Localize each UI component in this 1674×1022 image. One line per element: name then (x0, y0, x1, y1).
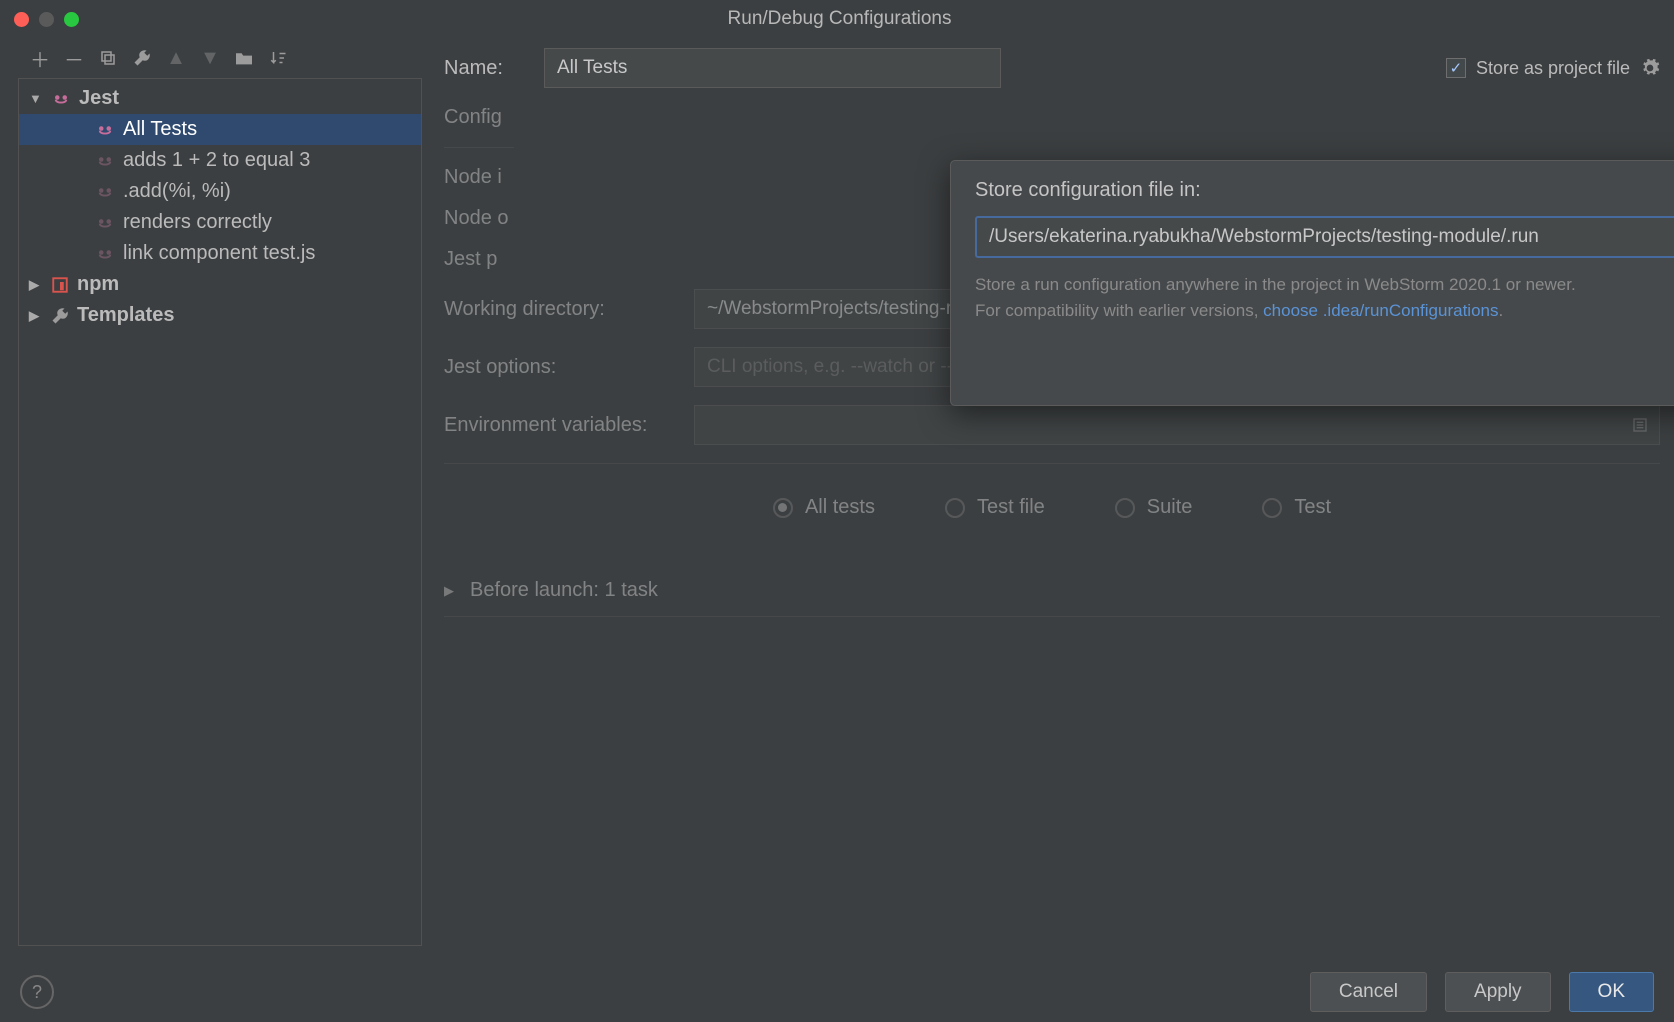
jest-icon (95, 183, 115, 201)
popover-title: Store configuration file in: (975, 179, 1674, 202)
dialog-footer: ? Cancel Apply OK (0, 962, 1674, 1022)
tree-label: Jest (79, 87, 119, 110)
radio-icon (945, 498, 965, 518)
jest-options-label: Jest options: (444, 356, 694, 379)
maximize-window-icon[interactable] (64, 12, 79, 27)
tree-label: npm (77, 273, 119, 296)
config-toolbar: ＋ － ▲ ▼ (0, 42, 430, 78)
tree-node[interactable]: adds 1 + 2 to equal 3 (19, 145, 421, 176)
env-vars-input[interactable] (694, 405, 1660, 445)
node-interpreter-label: Node i (444, 166, 524, 189)
folder-icon[interactable] (234, 48, 254, 68)
tree-label: Templates (77, 304, 174, 327)
jest-icon (95, 245, 115, 263)
tree-node-templates[interactable]: ▶ Templates (19, 300, 421, 331)
jest-icon (51, 90, 71, 108)
store-checkbox[interactable]: ✓ (1446, 58, 1466, 78)
before-launch-label: Before launch: 1 task (470, 579, 658, 602)
sort-icon[interactable] (268, 48, 288, 68)
wrench-icon[interactable] (132, 48, 152, 68)
store-config-popover: Store configuration file in: ▼ Store a r… (950, 160, 1674, 406)
help-button[interactable]: ? (20, 975, 54, 1009)
jest-icon (95, 214, 115, 232)
radio-suite[interactable]: Suite (1115, 496, 1193, 519)
tree-label: .add(%i, %i) (123, 180, 231, 203)
config-tree[interactable]: ▼ Jest All Tests adds 1 + 2 t (18, 78, 422, 946)
close-window-icon[interactable] (14, 12, 29, 27)
radio-test-file[interactable]: Test file (945, 496, 1045, 519)
chevron-right-icon: ▶ (29, 308, 43, 324)
copy-icon[interactable] (98, 48, 118, 68)
config-path-input[interactable] (975, 216, 1674, 258)
tree-label: All Tests (123, 118, 197, 141)
radio-icon (1262, 498, 1282, 518)
tree-node[interactable]: link component test.js (19, 238, 421, 269)
working-directory-label: Working directory: (444, 298, 694, 321)
add-icon[interactable]: ＋ (30, 48, 50, 68)
tree-label: adds 1 + 2 to equal 3 (123, 149, 310, 172)
cancel-button[interactable]: Cancel (1310, 972, 1427, 1012)
config-file-label: Config (444, 106, 524, 129)
minimize-window-icon[interactable] (39, 12, 54, 27)
chevron-right-icon: ▶ (444, 583, 458, 599)
window-title: Run/Debug Configurations (79, 8, 1600, 30)
jest-icon (95, 121, 115, 139)
tree-label: link component test.js (123, 242, 315, 265)
tree-node-jest[interactable]: ▼ Jest (19, 83, 421, 114)
list-icon[interactable] (1632, 417, 1648, 433)
wrench-icon (51, 307, 69, 325)
up-icon[interactable]: ▲ (166, 48, 186, 68)
radio-label: Test file (977, 496, 1045, 519)
radio-all-tests[interactable]: All tests (773, 496, 875, 519)
remove-icon[interactable]: － (64, 48, 84, 68)
node-options-label: Node o (444, 207, 524, 230)
radio-label: All tests (805, 496, 875, 519)
ok-button[interactable]: OK (1569, 972, 1654, 1012)
radio-label: Test (1294, 496, 1331, 519)
popover-hint: Store a run configuration anywhere in th… (975, 272, 1674, 323)
name-input[interactable] (544, 48, 1001, 88)
window-controls (14, 12, 79, 27)
choose-idea-link[interactable]: choose .idea/runConfigurations (1263, 301, 1498, 320)
tree-node-all-tests[interactable]: All Tests (19, 114, 421, 145)
tree-label: renders correctly (123, 211, 272, 234)
titlebar: Run/Debug Configurations (0, 0, 1674, 38)
tree-node-npm[interactable]: ▶ npm (19, 269, 421, 300)
radio-icon (773, 498, 793, 518)
chevron-right-icon: ▶ (29, 277, 43, 293)
gear-icon[interactable] (1640, 58, 1660, 78)
chevron-down-icon: ▼ (29, 91, 43, 106)
name-label: Name: (444, 57, 544, 80)
npm-icon (51, 276, 69, 294)
radio-label: Suite (1147, 496, 1193, 519)
env-vars-label: Environment variables: (444, 414, 694, 437)
tree-node[interactable]: renders correctly (19, 207, 421, 238)
apply-button[interactable]: Apply (1445, 972, 1551, 1012)
radio-icon (1115, 498, 1135, 518)
store-label: Store as project file (1476, 58, 1630, 79)
before-launch-section[interactable]: ▶ Before launch: 1 task (444, 579, 1660, 602)
down-icon[interactable]: ▼ (200, 48, 220, 68)
radio-test[interactable]: Test (1262, 496, 1331, 519)
tree-node[interactable]: .add(%i, %i) (19, 176, 421, 207)
jest-icon (95, 152, 115, 170)
jest-package-label: Jest p (444, 248, 524, 271)
